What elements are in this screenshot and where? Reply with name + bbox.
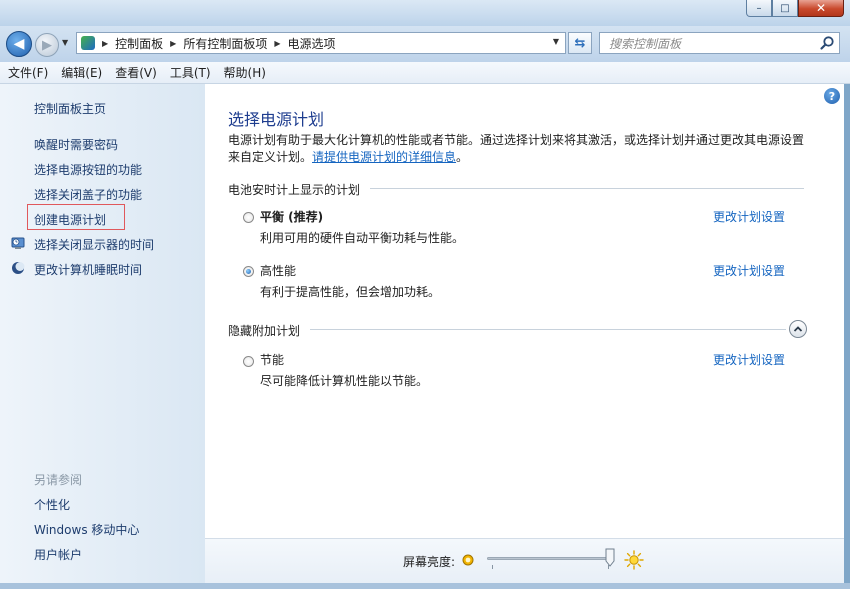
see-also-user-accounts[interactable]: 用户帐户 <box>34 546 82 563</box>
menu-help[interactable]: 帮助(H) <box>224 64 266 81</box>
sidebar-task-wake-password[interactable]: 唤醒时需要密码 <box>34 136 118 153</box>
breadcrumb-all-items[interactable]: 所有控制面板项 <box>183 35 267 52</box>
menu-bar: 文件(F) 编辑(E) 查看(V) 工具(T) 帮助(H) <box>0 62 850 84</box>
sidebar-home-link[interactable]: 控制面板主页 <box>34 100 106 117</box>
back-button[interactable]: ◀ <box>6 31 32 57</box>
plan-name-power-saver[interactable]: 节能 <box>260 351 284 368</box>
help-icon[interactable]: ? <box>824 88 840 104</box>
brightness-slider-track[interactable] <box>487 557 613 560</box>
plan-radio-power-saver[interactable] <box>243 356 254 367</box>
sleep-moon-icon <box>12 262 25 274</box>
control-panel-icon <box>81 36 95 50</box>
plan-radio-high-performance[interactable] <box>243 266 254 277</box>
maximize-button[interactable]: □ <box>772 0 798 17</box>
slider-tick <box>492 565 493 569</box>
battery-plans-heading: 电池安时计上显示的计划 <box>228 183 361 197</box>
window-controls: – □ ✕ <box>746 0 844 18</box>
title-bar: – □ ✕ <box>0 0 850 26</box>
recent-pages-dropdown[interactable]: ▼ <box>62 38 68 47</box>
search-input[interactable] <box>600 33 821 55</box>
menu-edit[interactable]: 编辑(E) <box>61 64 102 81</box>
window-bottom-border <box>0 583 850 589</box>
collapse-hidden-plans-button[interactable] <box>789 320 807 338</box>
main-content: ? 选择电源计划 电源计划有助于最大化计算机的性能或者节能。通过选择计划来将其激… <box>205 84 844 583</box>
chevron-up-icon <box>793 326 803 332</box>
page-title: 选择电源计划 <box>228 110 325 129</box>
brightness-slider-thumb[interactable] <box>605 548 615 567</box>
sidebar-task-lid-close[interactable]: 选择关闭盖子的功能 <box>34 186 142 203</box>
menu-tools[interactable]: 工具(T) <box>170 64 211 81</box>
display-clock-icon <box>11 237 25 249</box>
menu-file[interactable]: 文件(F) <box>8 64 48 81</box>
brightness-dim-icon <box>462 554 474 566</box>
plan-desc-high-performance: 有利于提高性能，但会增加功耗。 <box>260 285 441 299</box>
see-also-heading: 另请参阅 <box>34 473 83 487</box>
search-box <box>599 32 840 55</box>
forward-arrow-icon: ▶ <box>42 37 52 53</box>
minimize-button[interactable]: – <box>746 0 772 17</box>
plan-radio-balanced[interactable] <box>243 212 254 223</box>
chevron-down-icon[interactable]: ▼ <box>553 37 559 46</box>
sidebar: 控制面板主页 唤醒时需要密码 选择电源按钮的功能 选择关闭盖子的功能 创建电源计… <box>0 84 205 583</box>
close-button[interactable]: ✕ <box>798 0 844 17</box>
sidebar-task-display-off[interactable]: 选择关闭显示器的时间 <box>34 236 154 253</box>
refresh-icon: ⇆ <box>574 35 586 51</box>
plan-name-balanced[interactable]: 平衡 (推荐) <box>260 208 323 225</box>
menu-view[interactable]: 查看(V) <box>115 64 157 81</box>
intro-text: 电源计划有助于最大化计算机的性能或者节能。通过选择计划来将其激活，或选择计划并通… <box>228 132 818 166</box>
chevron-right-icon[interactable]: ▶ <box>102 39 108 48</box>
sidebar-task-power-button[interactable]: 选择电源按钮的功能 <box>34 161 142 178</box>
address-bar-area: ◀ ▶ ▼ ▶ 控制面板 ▶ 所有控制面板项 ▶ 电源选项 ▼ ⇆ <box>0 26 850 62</box>
plan-name-high-performance[interactable]: 高性能 <box>260 262 296 279</box>
forward-button[interactable]: ▶ <box>35 33 59 57</box>
intro-suffix: 。 <box>456 150 469 164</box>
brightness-label: 屏幕亮度: <box>403 555 456 569</box>
sidebar-task-create-plan[interactable]: 创建电源计划 <box>27 204 125 230</box>
breadcrumb-control-panel[interactable]: 控制面板 <box>115 35 163 52</box>
plan-desc-balanced: 利用可用的硬件自动平衡功耗与性能。 <box>260 231 465 245</box>
change-plan-settings-power-saver[interactable]: 更改计划设置 <box>713 351 785 368</box>
group-divider <box>310 329 786 330</box>
brightness-bar: 屏幕亮度: <box>205 538 844 583</box>
change-plan-settings-high-performance[interactable]: 更改计划设置 <box>713 262 785 279</box>
intro-line-2: 来自定义计划。 <box>228 150 313 164</box>
sidebar-task-sleep-time[interactable]: 更改计算机睡眠时间 <box>34 261 142 278</box>
chevron-right-icon[interactable]: ▶ <box>274 39 280 48</box>
chevron-right-icon[interactable]: ▶ <box>170 39 176 48</box>
brightness-max-icon <box>624 550 644 570</box>
plan-details-link[interactable]: 请提供电源计划的详细信息 <box>312 150 456 164</box>
change-plan-settings-balanced[interactable]: 更改计划设置 <box>713 208 785 225</box>
refresh-button[interactable]: ⇆ <box>568 32 592 54</box>
intro-line-1: 电源计划有助于最大化计算机的性能或者节能。通过选择计划来将其激活，或选择计划并通… <box>228 133 805 147</box>
search-icon[interactable] <box>819 35 835 51</box>
address-box[interactable]: ▶ 控制面板 ▶ 所有控制面板项 ▶ 电源选项 ▼ <box>76 32 566 54</box>
see-also-personalization[interactable]: 个性化 <box>34 496 70 513</box>
breadcrumb-power-options[interactable]: 电源选项 <box>288 35 336 52</box>
hidden-plans-heading: 隐藏附加计划 <box>228 324 301 338</box>
group-divider <box>370 188 804 189</box>
plan-desc-power-saver: 尽可能降低计算机性能以节能。 <box>260 374 429 388</box>
see-also-mobility-center[interactable]: Windows 移动中心 <box>34 521 139 538</box>
back-arrow-icon: ◀ <box>13 36 25 52</box>
